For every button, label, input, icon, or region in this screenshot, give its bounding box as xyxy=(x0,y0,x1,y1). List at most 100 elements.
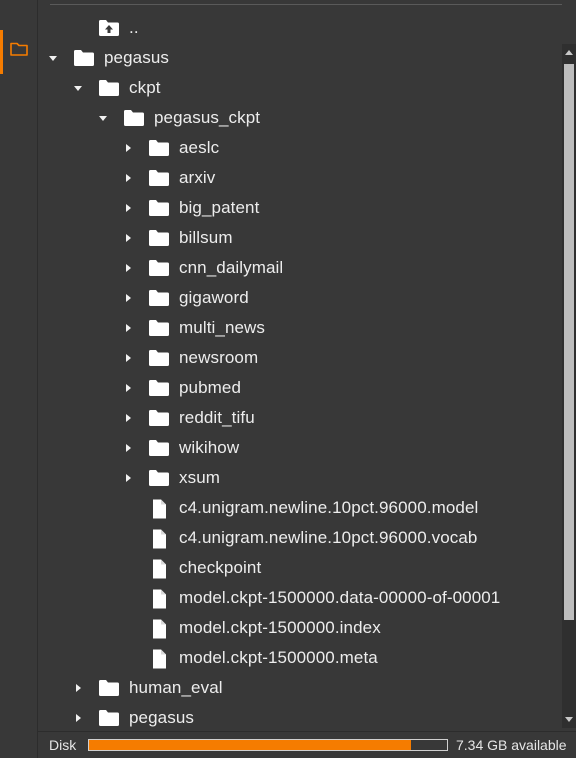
file-name: c4.unigram.newline.10pct.96000.model xyxy=(179,498,479,517)
disk-usage-fill xyxy=(89,740,412,750)
caret-right-icon[interactable] xyxy=(121,171,135,185)
folder-name: human_eval xyxy=(129,678,223,697)
disk-available: 7.34 GB available xyxy=(456,737,567,753)
disk-label: Disk xyxy=(49,737,77,753)
folder-row[interactable]: human_eval xyxy=(38,673,562,703)
folder-name: wikihow xyxy=(179,438,240,457)
folder-row[interactable]: pegasus xyxy=(38,703,562,733)
left-sidebar xyxy=(0,0,38,758)
folder-name: big_patent xyxy=(179,198,260,217)
folder-icon xyxy=(148,319,170,337)
folder-icon xyxy=(148,139,170,157)
caret-right-icon[interactable] xyxy=(121,471,135,485)
folder-icon xyxy=(148,379,170,397)
file-row[interactable]: model.ckpt-1500000.index xyxy=(38,613,562,643)
caret-right-icon[interactable] xyxy=(121,321,135,335)
caret-down-icon[interactable] xyxy=(96,111,110,125)
caret-right-icon[interactable] xyxy=(121,231,135,245)
caret-right-icon[interactable] xyxy=(71,711,85,725)
file-icon xyxy=(148,589,170,609)
scrollbar-thumb[interactable] xyxy=(564,64,574,620)
folder-icon xyxy=(148,199,170,217)
folder-icon xyxy=(98,709,120,727)
folder-name: aeslc xyxy=(179,138,220,157)
folder-row[interactable]: billsum xyxy=(38,223,562,253)
scroll-down-icon[interactable] xyxy=(565,717,573,722)
folder-row[interactable]: aeslc xyxy=(38,133,562,163)
files-tab-icon[interactable] xyxy=(9,39,29,59)
folder-name: pegasus_ckpt xyxy=(154,108,261,127)
folder-icon xyxy=(148,349,170,367)
caret-right-icon[interactable] xyxy=(121,201,135,215)
parent-directory-row[interactable]: .. xyxy=(38,13,562,43)
folder-row[interactable]: pubmed xyxy=(38,373,562,403)
folder-outline-icon xyxy=(10,42,28,56)
folder-icon xyxy=(98,679,120,697)
folder-row[interactable]: cnn_dailymail xyxy=(38,253,562,283)
folder-name: ckpt xyxy=(129,78,161,97)
folder-icon xyxy=(148,259,170,277)
folder-name: pubmed xyxy=(179,378,242,397)
caret-right-icon[interactable] xyxy=(121,441,135,455)
folder-icon xyxy=(148,289,170,307)
folder-row[interactable]: wikihow xyxy=(38,433,562,463)
folder-row[interactable]: pegasus xyxy=(38,43,562,73)
top-divider xyxy=(50,4,562,5)
folder-row[interactable]: ckpt xyxy=(38,73,562,103)
folder-icon xyxy=(148,439,170,457)
folder-row[interactable]: xsum xyxy=(38,463,562,493)
scroll-up-icon[interactable] xyxy=(565,50,573,55)
caret-down-icon[interactable] xyxy=(71,81,85,95)
caret-right-icon[interactable] xyxy=(121,141,135,155)
caret-down-icon[interactable] xyxy=(46,51,60,65)
caret-right-icon[interactable] xyxy=(121,381,135,395)
folder-row[interactable]: big_patent xyxy=(38,193,562,223)
file-row[interactable]: checkpoint xyxy=(38,553,562,583)
caret-right-icon[interactable] xyxy=(121,351,135,365)
file-name: model.ckpt-1500000.data-00000-of-00001 xyxy=(179,588,501,607)
file-row[interactable]: model.ckpt-1500000.meta xyxy=(38,643,562,673)
file-name: checkpoint xyxy=(179,558,262,577)
file-icon xyxy=(148,529,170,549)
folder-up-icon xyxy=(98,19,120,37)
disk-usage: Disk 7.34 GB available xyxy=(38,733,576,758)
file-tree: .. pegasus ckpt pegasus_ckptaeslc arxiv big_p… xyxy=(38,13,562,733)
folder-name: arxiv xyxy=(179,168,216,187)
folder-name: newsroom xyxy=(179,348,259,367)
folder-name: gigaword xyxy=(179,288,249,307)
folder-icon xyxy=(148,469,170,487)
active-tab-indicator xyxy=(0,30,3,74)
folder-name: pegasus xyxy=(129,708,194,727)
file-row[interactable]: model.ckpt-1500000.data-00000-of-00001 xyxy=(38,583,562,613)
folder-icon xyxy=(148,229,170,247)
folder-row[interactable]: newsroom xyxy=(38,343,562,373)
folder-icon xyxy=(123,109,145,127)
folder-row[interactable]: multi_news xyxy=(38,313,562,343)
folder-icon xyxy=(98,79,120,97)
file-row[interactable]: c4.unigram.newline.10pct.96000.vocab xyxy=(38,523,562,553)
folder-row[interactable]: reddit_tifu xyxy=(38,403,562,433)
folder-name: cnn_dailymail xyxy=(179,258,284,277)
caret-right-icon[interactable] xyxy=(121,411,135,425)
folder-row[interactable]: arxiv xyxy=(38,163,562,193)
file-icon xyxy=(148,499,170,519)
folder-row[interactable]: gigaword xyxy=(38,283,562,313)
vertical-scrollbar[interactable] xyxy=(562,44,576,728)
file-icon xyxy=(148,649,170,669)
folder-icon xyxy=(73,49,95,67)
caret-right-icon[interactable] xyxy=(121,291,135,305)
folder-icon xyxy=(148,409,170,427)
folder-name: .. xyxy=(129,18,139,37)
folder-icon xyxy=(148,169,170,187)
caret-right-icon[interactable] xyxy=(71,681,85,695)
file-name: model.ckpt-1500000.index xyxy=(179,618,381,637)
file-row[interactable]: c4.unigram.newline.10pct.96000.model xyxy=(38,493,562,523)
folder-name: xsum xyxy=(179,468,221,487)
file-name: c4.unigram.newline.10pct.96000.vocab xyxy=(179,528,478,547)
folder-row[interactable]: pegasus_ckpt xyxy=(38,103,562,133)
caret-right-icon[interactable] xyxy=(121,261,135,275)
folder-name: reddit_tifu xyxy=(179,408,255,427)
file-icon xyxy=(148,619,170,639)
folder-name: billsum xyxy=(179,228,233,247)
file-name: model.ckpt-1500000.meta xyxy=(179,648,378,667)
